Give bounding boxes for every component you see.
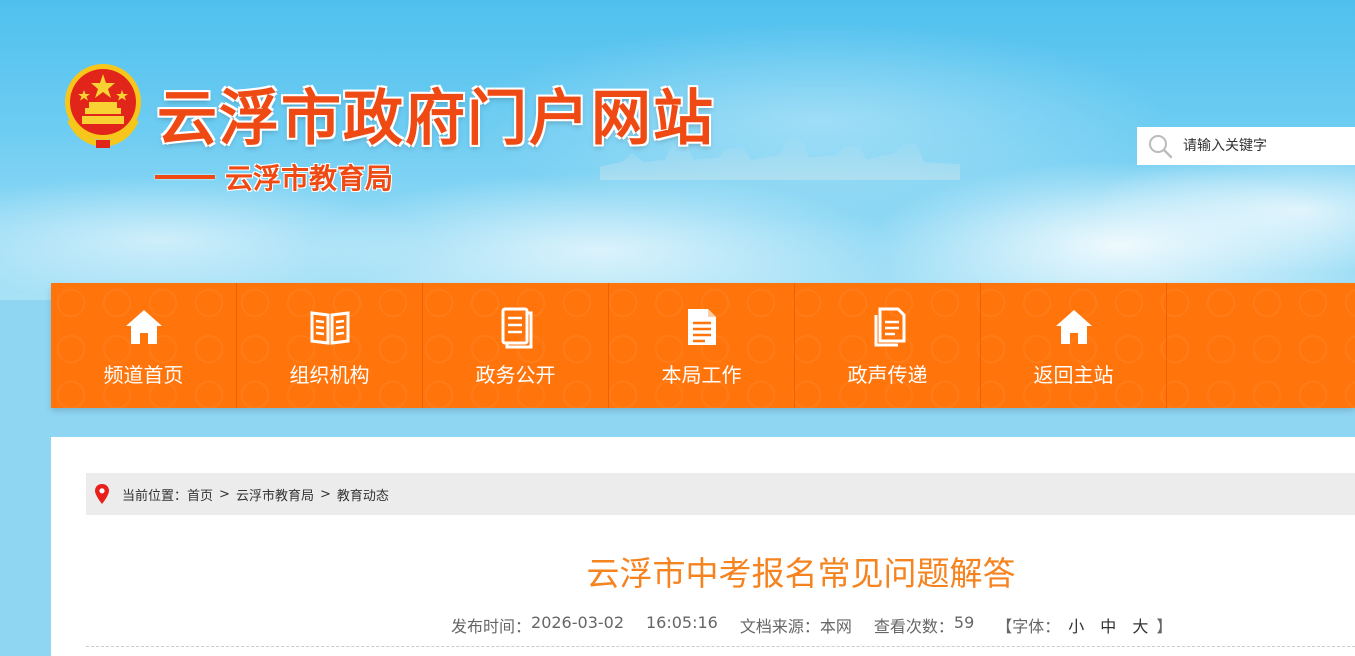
meta-divider [86, 646, 1355, 647]
header-banner: 云浮市政府门户网站 云浮市教育局 [0, 0, 1355, 300]
copy-document-icon [874, 307, 905, 347]
search-icon[interactable] [1147, 133, 1173, 159]
font-size-close-bracket: 】 [1156, 617, 1173, 636]
nav-item-gov-affairs[interactable]: 政务公开 [423, 283, 609, 408]
font-size-medium-button[interactable]: 中 [1100, 613, 1116, 637]
article-title: 云浮市中考报名常见问题解答 [586, 554, 1016, 593]
nav-item-label: 频道首页 [103, 363, 184, 387]
location-pin-icon [95, 484, 109, 504]
nav-item-label: 本局工作 [661, 363, 742, 387]
main-nav: 频道首页 组织机构 政务公开 本局工作 政声传递 返回主站 [51, 283, 1355, 408]
nav-item-label: 返回主站 [1033, 363, 1114, 387]
sub-title-block: 云浮市教育局 [155, 157, 393, 197]
home-icon [125, 310, 162, 344]
nav-item-organization[interactable]: 组织机构 [237, 283, 423, 408]
document-icon [501, 307, 532, 349]
breadcrumb-link-home[interactable]: 首页 [187, 485, 213, 504]
breadcrumb-link-news[interactable]: 教育动态 [337, 485, 389, 504]
breadcrumb: 当前位置： 首页 > 云浮市教育局 > 教育动态 [86, 473, 1355, 515]
search-box[interactable] [1137, 127, 1355, 165]
sub-title: 云浮市教育局 [225, 162, 394, 195]
nav-item-label: 组织机构 [289, 363, 370, 387]
breadcrumb-separator: > [319, 486, 331, 502]
sub-title-dash [155, 175, 215, 179]
nav-item-voice-relay[interactable]: 政声传递 [795, 283, 981, 408]
nav-item-label: 政务公开 [475, 363, 556, 387]
home-icon [1055, 310, 1092, 344]
nav-item-channel-home[interactable]: 频道首页 [51, 283, 237, 408]
nav-item-bureau-work[interactable]: 本局工作 [609, 283, 795, 408]
clipboard-icon [687, 309, 716, 345]
font-size-large-button[interactable]: 大 [1132, 613, 1148, 637]
search-input[interactable] [1181, 137, 1355, 155]
content-panel: 当前位置： 首页 > 云浮市教育局 > 教育动态 云浮市中考报名常见问题解答 发… [51, 437, 1355, 656]
font-size-label: 【字体： [996, 617, 1061, 636]
font-size-small-button[interactable]: 小 [1068, 613, 1084, 637]
views-label: 查看次数： [873, 617, 954, 636]
book-icon [310, 311, 349, 345]
nav-item-return-main-site[interactable]: 返回主站 [981, 283, 1167, 408]
site-title: 云浮市政府门户网站 [157, 84, 715, 154]
publish-label: 发布时间： [451, 617, 532, 636]
publish-time: 16:05:16 [646, 613, 718, 632]
source-label: 文档来源： [739, 617, 820, 636]
views-count: 59 [953, 613, 975, 632]
national-emblem-icon [65, 64, 141, 148]
publish-date: 2026-03-02 [531, 613, 624, 632]
nav-item-label: 政声传递 [847, 363, 928, 387]
breadcrumb-link-bureau[interactable]: 云浮市教育局 [236, 485, 314, 504]
source-value: 本网 [819, 617, 852, 636]
breadcrumb-prefix: 当前位置： [122, 488, 188, 504]
article-meta: 发布时间： 2026-03-02 16:05:16 文档来源： 本网 查看次数：… [451, 613, 1172, 637]
breadcrumb-separator: > [219, 486, 230, 502]
